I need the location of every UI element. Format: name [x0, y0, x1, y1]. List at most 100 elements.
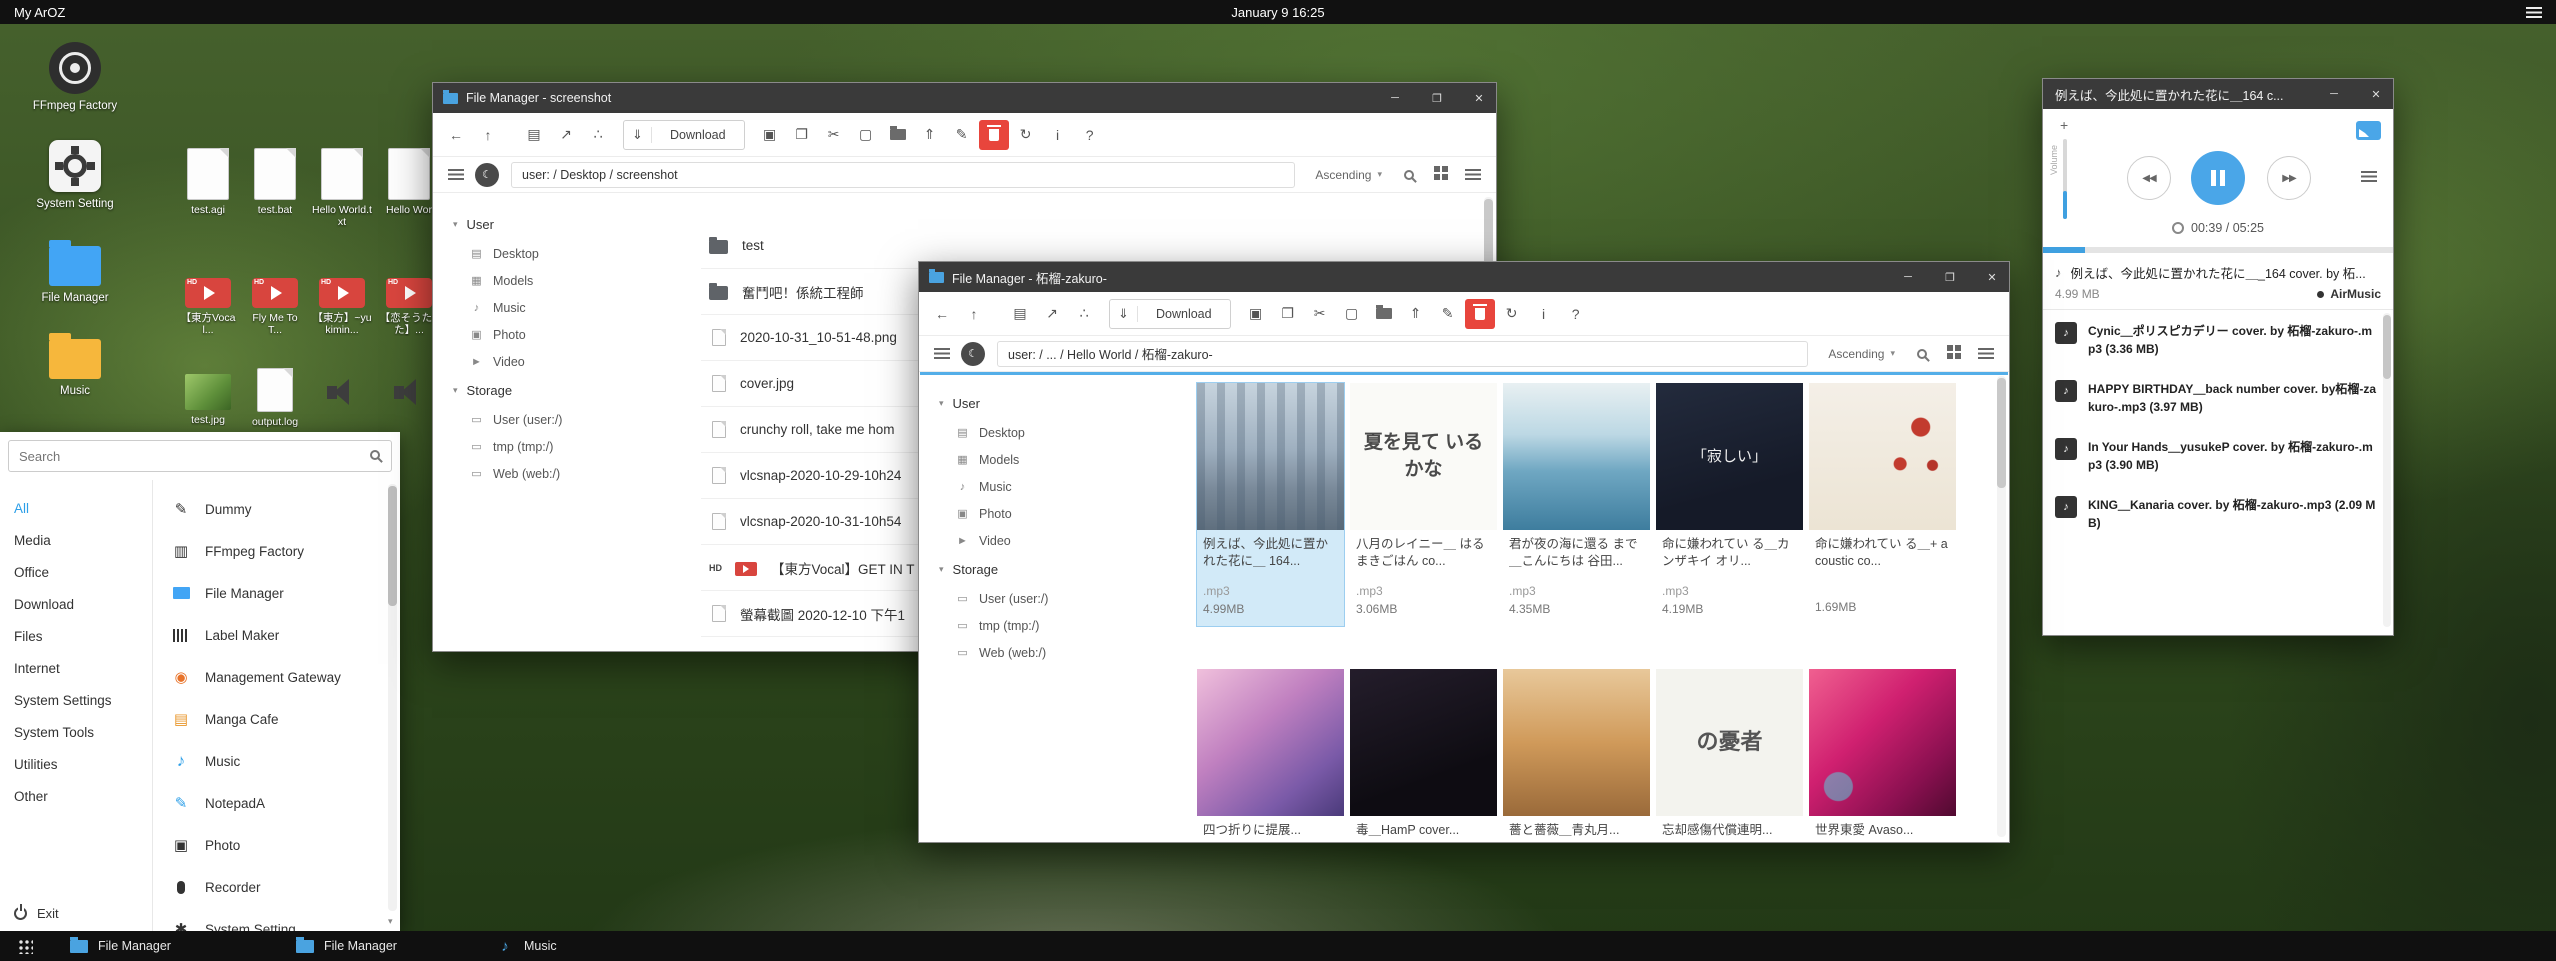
- sidebar-section-storage[interactable]: ▾ Storage: [453, 383, 686, 398]
- taskbar-task-music[interactable]: Music: [496, 931, 626, 961]
- open-button[interactable]: ▤: [1005, 299, 1035, 329]
- paste-button[interactable]: ▣: [755, 120, 785, 150]
- file-tile[interactable]: 毒＿HamP cover...: [1350, 669, 1497, 839]
- close-button[interactable]: ✕: [1975, 262, 2009, 292]
- desktop-file[interactable]: Fly Me To T...: [243, 266, 307, 336]
- dark-mode-button[interactable]: ☾: [961, 342, 985, 366]
- file-tile[interactable]: の憂者 忘却感傷代償連明...: [1656, 669, 1803, 839]
- sidebar-item[interactable]: tmp (tmp:/): [939, 612, 1172, 639]
- sidebar-item[interactable]: Video: [939, 527, 1172, 554]
- list-view-button[interactable]: [1973, 341, 1999, 367]
- sidebar-item[interactable]: Models: [453, 267, 686, 294]
- maximize-button[interactable]: ❐: [1420, 83, 1454, 113]
- category-item[interactable]: All: [0, 492, 152, 524]
- desktop-file[interactable]: output.log: [243, 368, 307, 428]
- desktop-file[interactable]: test.jpg: [176, 368, 240, 428]
- category-item[interactable]: Internet: [0, 652, 152, 684]
- sidebar-item[interactable]: Music: [453, 294, 686, 321]
- app-item[interactable]: Dummy: [153, 488, 386, 530]
- desktop-file[interactable]: Hello World.txt: [310, 148, 374, 228]
- playlist-menu-button[interactable]: [2361, 171, 2377, 182]
- app-item[interactable]: Music: [153, 740, 386, 782]
- cut-button[interactable]: ✂: [819, 120, 849, 150]
- category-item[interactable]: Utilities: [0, 748, 152, 780]
- properties-button[interactable]: i: [1043, 120, 1073, 150]
- list-toggle-button[interactable]: [929, 341, 955, 367]
- sidebar-item[interactable]: Desktop: [939, 419, 1172, 446]
- search-input[interactable]: [8, 440, 392, 472]
- sort-order-select[interactable]: Ascending ▾: [1820, 347, 1903, 361]
- list-view-button[interactable]: [1460, 162, 1486, 188]
- file-tile[interactable]: 四つ折りに提展...: [1197, 669, 1344, 839]
- sidebar-item[interactable]: Desktop: [453, 240, 686, 267]
- app-item[interactable]: Manga Cafe: [153, 698, 386, 740]
- list-toggle-button[interactable]: [443, 162, 469, 188]
- new-file-button[interactable]: ▢: [1337, 299, 1367, 329]
- minimize-button[interactable]: ─: [1378, 83, 1412, 113]
- sidebar-item[interactable]: tmp (tmp:/): [453, 433, 686, 460]
- scrollbar-thumb[interactable]: [1997, 378, 2006, 488]
- desktop-icon[interactable]: Music: [16, 331, 134, 399]
- app-item[interactable]: Recorder: [153, 866, 386, 908]
- category-item[interactable]: Media: [0, 524, 152, 556]
- scrollbar-thumb[interactable]: [388, 486, 397, 606]
- app-item[interactable]: Label Maker: [153, 614, 386, 656]
- help-button[interactable]: ?: [1561, 299, 1591, 329]
- sidebar-item[interactable]: Models: [939, 446, 1172, 473]
- category-item[interactable]: System Settings: [0, 684, 152, 716]
- file-tile[interactable]: 例えば、今此処に置かれた花に＿ 164... .mp3 4.99MB: [1197, 383, 1344, 626]
- close-button[interactable]: ✕: [1462, 83, 1496, 113]
- up-button[interactable]: ↑: [473, 120, 503, 150]
- app-item[interactable]: NotepadA: [153, 782, 386, 824]
- pause-button[interactable]: [2191, 151, 2245, 205]
- app-item[interactable]: Photo: [153, 824, 386, 866]
- sidebar-item[interactable]: Video: [453, 348, 686, 375]
- rename-button[interactable]: ✎: [947, 120, 977, 150]
- share-button[interactable]: ∴: [1069, 299, 1099, 329]
- grid-view-button[interactable]: [1428, 162, 1454, 188]
- playlist-item[interactable]: KING＿Kanaria cover. by 柘榴-zakuro-.mp3 (2…: [2043, 485, 2381, 543]
- desktop-icon[interactable]: FFmpeg Factory: [16, 42, 134, 114]
- desktop-file[interactable]: test.bat: [243, 148, 307, 228]
- app-item[interactable]: Management Gateway: [153, 656, 386, 698]
- app-list-scrollbar[interactable]: ▾: [388, 484, 397, 911]
- paste-button[interactable]: ▣: [1241, 299, 1271, 329]
- properties-button[interactable]: i: [1529, 299, 1559, 329]
- share-button[interactable]: ∴: [583, 120, 613, 150]
- scrollbar[interactable]: [1997, 376, 2006, 837]
- cast-button[interactable]: [2356, 121, 2381, 140]
- open-button[interactable]: ▤: [519, 120, 549, 150]
- maximize-button[interactable]: ❐: [1933, 262, 1967, 292]
- refresh-button[interactable]: ↻: [1011, 120, 1041, 150]
- app-item[interactable]: File Manager: [153, 572, 386, 614]
- app-grid-button[interactable]: [8, 931, 42, 961]
- previous-track-button[interactable]: ◀◀: [2127, 156, 2171, 200]
- upload-button[interactable]: ⇑: [1401, 299, 1431, 329]
- sidebar-section-user[interactable]: ▾ User: [453, 217, 686, 232]
- window-titlebar[interactable]: File Manager - 柘榴-zakuro- ─ ❐ ✕: [919, 262, 2009, 292]
- desktop-icon[interactable]: File Manager: [16, 238, 134, 306]
- download-button[interactable]: ⇓ Download: [1109, 299, 1231, 329]
- playlist-item[interactable]: In Your Hands＿yusukeP cover. by 柘榴-zakur…: [2043, 427, 2381, 485]
- window-titlebar[interactable]: 例えば、今此処に置かれた花に＿164 c... ─ ✕: [2043, 79, 2393, 109]
- desktop-file[interactable]: 【東方Vocal...: [176, 266, 240, 336]
- category-item[interactable]: Office: [0, 556, 152, 588]
- app-item[interactable]: FFmpeg Factory: [153, 530, 386, 572]
- new-folder-button[interactable]: [1369, 299, 1399, 329]
- exit-button[interactable]: Exit: [14, 906, 59, 921]
- address-bar[interactable]: user: / ... / Hello World / 柘榴-zakuro-: [997, 341, 1808, 367]
- up-button[interactable]: ↑: [959, 299, 989, 329]
- search-button[interactable]: [1396, 162, 1422, 188]
- grid-view-button[interactable]: [1941, 341, 1967, 367]
- system-brand[interactable]: My ArOZ: [14, 5, 314, 20]
- copy-button[interactable]: ❐: [787, 120, 817, 150]
- desktop-icon[interactable]: System Setting: [16, 140, 134, 212]
- sidebar-item[interactable]: Photo: [453, 321, 686, 348]
- desktop-file[interactable]: test.agi: [176, 148, 240, 228]
- progress-bar[interactable]: [2043, 247, 2393, 253]
- sidebar-section-user[interactable]: ▾ User: [939, 396, 1172, 411]
- sidebar-item[interactable]: Music: [939, 473, 1172, 500]
- scroll-down-icon[interactable]: ▾: [388, 916, 393, 927]
- minimize-button[interactable]: ─: [2317, 79, 2351, 109]
- file-tile[interactable]: 「寂しい」 命に嫌われてい る＿カンザキイ オリ... .mp3 4.19MB: [1656, 383, 1803, 626]
